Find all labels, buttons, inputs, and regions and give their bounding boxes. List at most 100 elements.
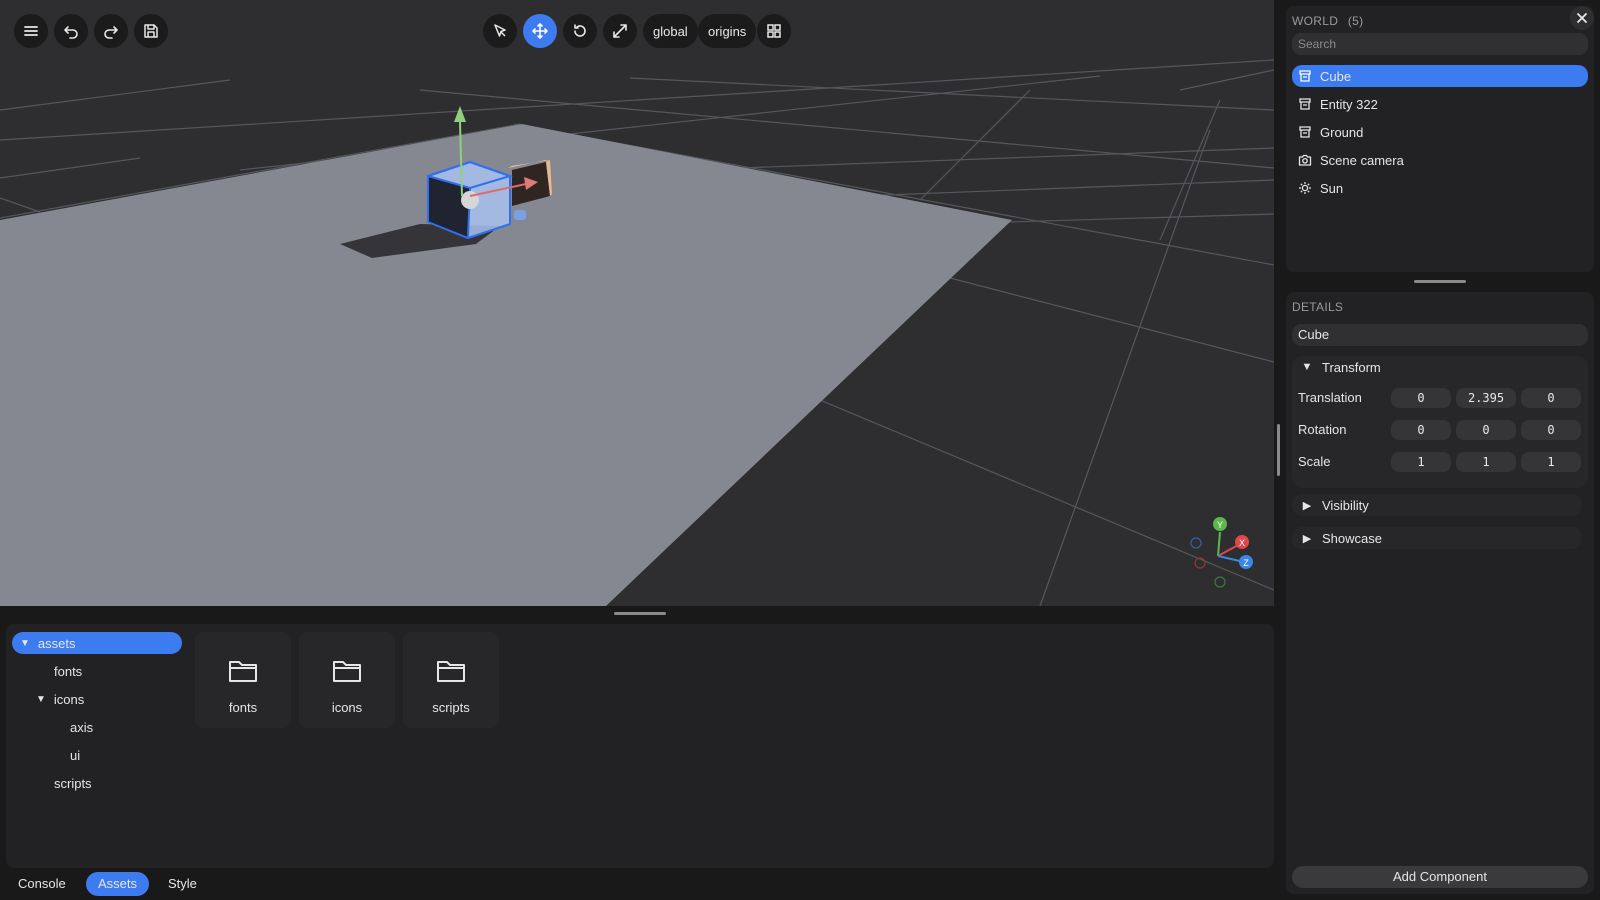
folder-icon	[333, 661, 361, 682]
tree-item-label: assets	[37, 635, 76, 651]
camera-icon	[1298, 154, 1312, 166]
visibility-header[interactable]: ▶ Visibility	[1292, 494, 1582, 516]
tab-style[interactable]: Style	[156, 872, 209, 896]
world-item-label: Scene camera	[1320, 152, 1404, 168]
folder-label: fonts	[228, 700, 258, 715]
tree-item-fonts[interactable]: fonts	[54, 660, 82, 682]
world-panel: WORLD (5) Search Cube Entity 322 Ground …	[1286, 6, 1594, 272]
rotation-x-field[interactable]: 0	[1391, 420, 1451, 440]
save-button[interactable]	[134, 14, 168, 48]
folder-label: scripts	[432, 700, 470, 715]
entity-icon	[1299, 126, 1311, 138]
undo-button[interactable]	[54, 14, 88, 48]
world-item-label: Ground	[1320, 124, 1364, 140]
bottom-panel-resize-handle[interactable]	[614, 612, 666, 615]
axis-gizmo[interactable]: Y X Z	[1190, 517, 1253, 588]
details-panel: DETAILS Cube ▼ Transform Translation 0 2…	[1286, 292, 1594, 894]
scale-z-field[interactable]: 1	[1521, 452, 1581, 472]
right-panel-resize-handle[interactable]	[1277, 424, 1280, 476]
world-count: (5)	[1347, 14, 1364, 28]
redo-icon	[104, 26, 118, 39]
world-item-sun[interactable]: Sun	[1292, 177, 1588, 199]
tree-item-assets[interactable]: ▼ assets	[12, 632, 182, 654]
scene-viewport[interactable]: Y X Z global origins	[0, 0, 1274, 606]
world-item-label: Entity 322	[1320, 96, 1378, 112]
scale-tool-button[interactable]	[603, 14, 637, 48]
tree-item-scripts[interactable]: scripts	[54, 772, 92, 794]
rotation-y-field[interactable]: 0	[1456, 420, 1516, 440]
collapse-triangle-icon: ▼	[20, 637, 30, 649]
scale-y-field[interactable]: 1	[1456, 452, 1516, 472]
entity-name-input[interactable]: Cube	[1292, 324, 1588, 346]
close-button[interactable]	[1570, 6, 1594, 30]
translation-y-field[interactable]: 2.395	[1456, 388, 1516, 408]
grid-toggle-button[interactable]	[757, 14, 791, 48]
collapse-triangle-icon: ▼	[1301, 361, 1313, 373]
scale-label: Scale	[1298, 454, 1331, 469]
visibility-label: Visibility	[1322, 497, 1369, 513]
axis-x-label: X	[1239, 538, 1245, 548]
folder-icon	[229, 661, 257, 682]
folder-card-icons[interactable]: icons	[299, 632, 395, 728]
axis-neg-y-handle[interactable]	[1214, 576, 1226, 588]
world-item-label: Sun	[1320, 180, 1344, 196]
world-item-ground[interactable]: Ground	[1292, 121, 1588, 143]
tree-item-label: icons	[53, 691, 85, 707]
details-title: DETAILS	[1292, 300, 1344, 314]
world-item-scene-camera[interactable]: Scene camera	[1292, 149, 1588, 171]
world-title: WORLD (5)	[1292, 14, 1363, 28]
folder-icon	[437, 661, 465, 682]
translation-z-field[interactable]: 0	[1521, 388, 1581, 408]
add-component-button[interactable]: Add Component	[1292, 866, 1588, 888]
redo-button[interactable]	[94, 14, 128, 48]
menu-icon	[24, 26, 38, 36]
scale-x-field[interactable]: 1	[1391, 452, 1451, 472]
axis-neg-z-handle[interactable]	[1190, 537, 1202, 549]
space-toggle-button[interactable]: global	[643, 14, 698, 48]
tree-item-axis[interactable]: axis	[70, 716, 93, 738]
translation-x-field[interactable]: 0	[1391, 388, 1451, 408]
entity-icon	[1299, 70, 1311, 82]
scene-render[interactable]: Y X Z	[0, 0, 1274, 606]
close-icon	[1577, 13, 1587, 23]
folder-card-fonts[interactable]: fonts	[195, 632, 291, 728]
move-icon	[532, 23, 548, 39]
axis-y-label: Y	[1217, 520, 1223, 530]
transform-header[interactable]: ▼ Transform	[1292, 356, 1582, 378]
world-search-input[interactable]: Search	[1292, 33, 1588, 55]
tab-assets[interactable]: Assets	[86, 872, 150, 896]
world-item-label: Cube	[1320, 68, 1352, 84]
rotate-tool-button[interactable]	[563, 14, 597, 48]
undo-icon	[64, 26, 78, 39]
move-tool-button[interactable]	[523, 14, 557, 48]
showcase-header[interactable]: ▶ Showcase	[1292, 527, 1582, 549]
expand-triangle-icon: ▶	[1302, 532, 1312, 545]
world-item-entity-322[interactable]: Entity 322	[1292, 93, 1588, 115]
tab-console[interactable]: Console	[6, 872, 78, 896]
showcase-label: Showcase	[1322, 530, 1382, 546]
folder-label: icons	[331, 700, 363, 715]
world-title-text: WORLD	[1292, 14, 1339, 28]
selected-cube[interactable]	[427, 160, 514, 240]
sun-icon	[1299, 182, 1311, 194]
rotation-z-field[interactable]: 0	[1521, 420, 1581, 440]
tree-item-icons[interactable]: ▼ icons	[36, 688, 84, 710]
grid-icon	[767, 24, 781, 38]
world-details-resize-handle[interactable]	[1414, 280, 1466, 283]
scale-icon	[613, 24, 627, 38]
pivot-toggle-button[interactable]: origins	[698, 14, 757, 48]
translation-label: Translation	[1298, 390, 1362, 405]
world-item-cube[interactable]: Cube	[1292, 65, 1588, 87]
tree-item-ui[interactable]: ui	[70, 744, 80, 766]
save-icon	[144, 24, 158, 38]
folder-card-scripts[interactable]: scripts	[403, 632, 499, 728]
entity-icon	[1299, 98, 1311, 110]
select-cursor-icon	[494, 24, 506, 37]
expand-triangle-icon: ▶	[1302, 499, 1312, 512]
transform-label: Transform	[1322, 359, 1381, 375]
select-tool-button[interactable]	[483, 14, 517, 48]
axis-z-label: Z	[1243, 558, 1249, 568]
menu-button[interactable]	[14, 14, 48, 48]
rotate-icon	[574, 24, 586, 37]
rotation-label: Rotation	[1298, 422, 1347, 437]
